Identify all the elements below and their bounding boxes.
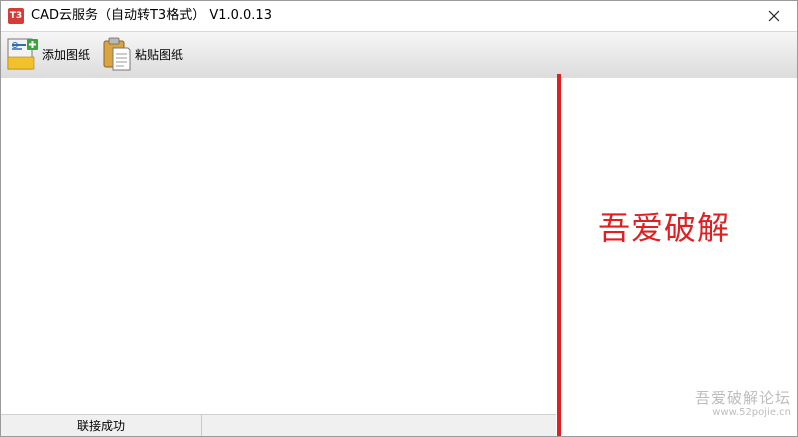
site-watermark: 吾爱破解论坛 www.52pojie.cn <box>695 389 791 419</box>
connection-status: 联接成功 <box>1 415 202 436</box>
add-drawing-button[interactable]: 添加图纸 <box>6 35 90 73</box>
app-icon: T3 <box>8 8 24 24</box>
site-watermark-url: www.52pojie.cn <box>712 407 791 418</box>
right-pane <box>556 78 797 436</box>
close-button[interactable] <box>751 1 797 31</box>
clipboard-paste-icon <box>103 37 131 71</box>
status-bar: 联接成功 <box>1 414 556 436</box>
paste-drawing-label: 粘贴图纸 <box>135 47 184 62</box>
app-window: T3 CAD云服务（自动转T3格式） V1.0.0.13 添加图纸 粘贴图纸 吾… <box>0 0 798 437</box>
paste-drawing-button[interactable]: 粘贴图纸 <box>103 35 183 73</box>
drawing-list-pane[interactable] <box>1 78 556 414</box>
watermark-text: 吾爱破解 <box>598 209 731 247</box>
toolbar: 添加图纸 粘贴图纸 <box>1 31 797 79</box>
red-annotation-line <box>557 74 561 436</box>
site-watermark-name: 吾爱破解论坛 <box>694 389 791 407</box>
close-icon <box>768 10 780 22</box>
window-title: CAD云服务（自动转T3格式） V1.0.0.13 <box>31 8 272 23</box>
dwg-add-icon <box>7 38 38 70</box>
add-drawing-label: 添加图纸 <box>42 47 91 62</box>
title-bar[interactable]: T3 CAD云服务（自动转T3格式） V1.0.0.13 <box>1 1 797 31</box>
